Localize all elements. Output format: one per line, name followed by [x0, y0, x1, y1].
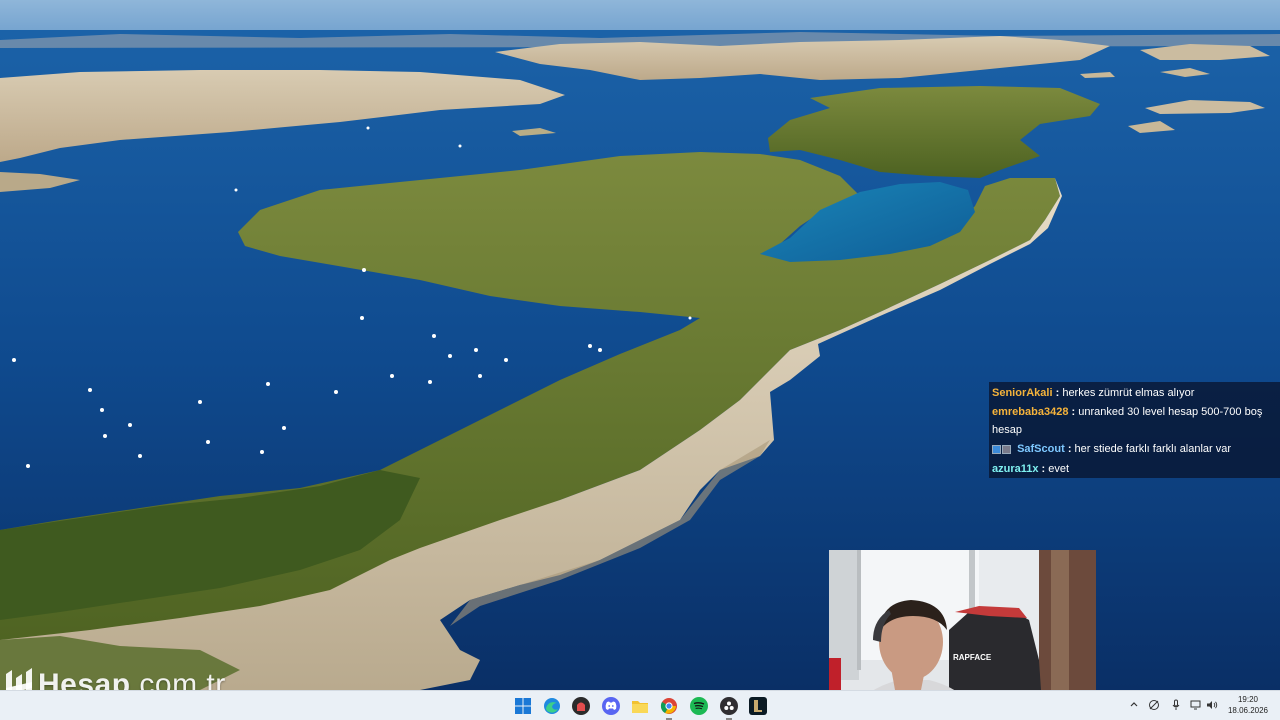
file-explorer-icon[interactable] [631, 697, 649, 715]
discord-icon[interactable] [602, 697, 620, 715]
league-of-legends-icon[interactable] [749, 697, 767, 715]
chrome-icon[interactable] [660, 697, 678, 715]
chat-message: azura11x : evet [992, 460, 1277, 479]
obs-studio-icon[interactable] [720, 697, 738, 715]
stream-chat-overlay: SeniorAkali : herkes zümrüt elmas alıyor… [989, 382, 1280, 478]
subscriber-badge-icon [992, 444, 1001, 454]
member-badge-icon [1002, 444, 1011, 454]
network-off-icon[interactable] [1148, 699, 1160, 711]
chat-username: azura11x [992, 463, 1039, 475]
chair-brand-label: RAPFACE [953, 653, 992, 662]
taskbar-clock[interactable]: 19:20 18.06.2026 [1222, 694, 1274, 716]
clock-date: 18.06.2026 [1227, 706, 1269, 715]
microphone-icon[interactable] [1170, 699, 1182, 711]
chat-username: emrebaba3428 [992, 405, 1069, 418]
spotify-icon[interactable] [690, 697, 708, 715]
chat-text: her stiede farklı farklı alanlar var [1071, 442, 1232, 455]
windows-start-icon[interactable] [514, 697, 532, 715]
chat-badges [992, 442, 1012, 461]
chat-username: SeniorAkali [992, 387, 1053, 399]
clock-time: 19:20 [1237, 695, 1259, 704]
chat-message: SeniorAkali : herkes zümrüt elmas alıyor [992, 384, 1277, 403]
display-icon[interactable] [1190, 699, 1202, 711]
chat-username: SafScout [1017, 442, 1065, 455]
chat-message: emrebaba3428 : unranked 30 level hesap 5… [992, 403, 1277, 440]
windows-taskbar: 19:20 18.06.2026 [0, 690, 1280, 720]
chat-text: herkes zümrüt elmas alıyor [1059, 387, 1195, 399]
chat-message: SafScout : her stiede farklı farklı alan… [992, 440, 1277, 461]
chevron-up-icon[interactable] [1128, 699, 1140, 711]
edge-browser-icon[interactable] [543, 697, 561, 715]
game-app-icon[interactable] [572, 697, 590, 715]
speaker-icon[interactable] [1206, 699, 1218, 711]
chat-text: evet [1045, 463, 1070, 475]
